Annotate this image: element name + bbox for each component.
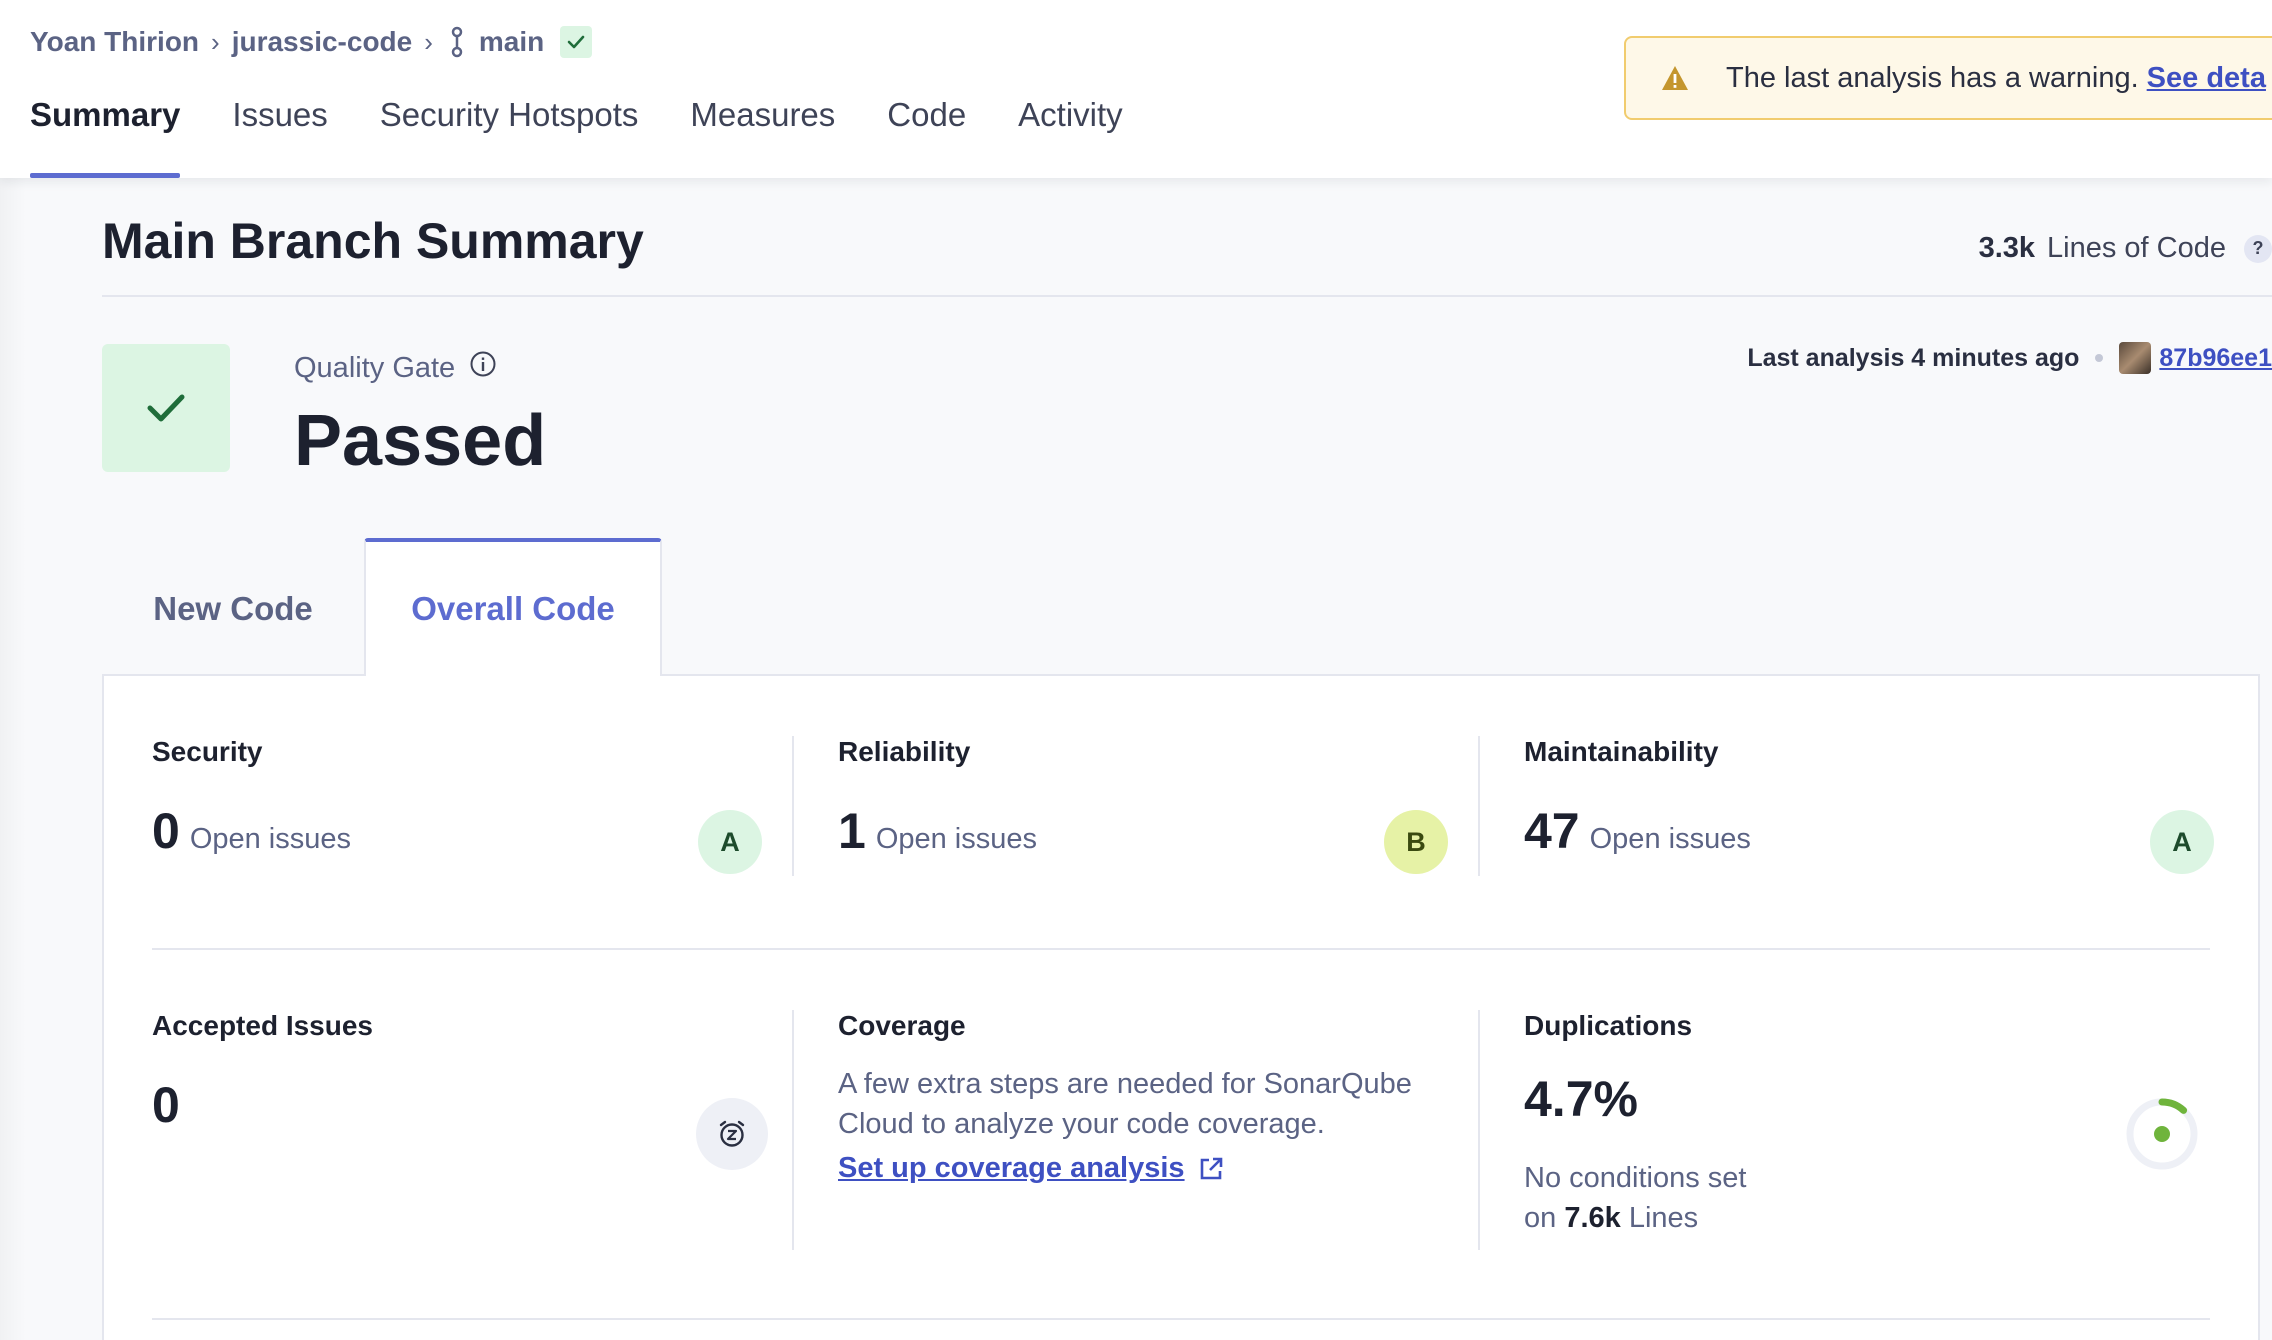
reliability-rating-badge: B (1384, 810, 1448, 874)
last-analysis-prefix: Last analysis (1747, 343, 1905, 372)
divider (152, 1318, 2210, 1320)
breadcrumb: Yoan Thirion › jurassic-code › main (30, 22, 593, 62)
accepted-issues-card[interactable]: Accepted Issues 0 (152, 1010, 792, 1250)
breadcrumb-branch[interactable]: main (479, 26, 544, 58)
reliability-unit: Open issues (875, 823, 1038, 855)
maintainability-count: 47 (1524, 803, 1580, 859)
project-nav-tabs: Summary Issues Security Hotspots Measure… (30, 96, 1149, 178)
coverage-title: Coverage (838, 1010, 966, 1041)
avatar (2119, 342, 2152, 374)
tab-issues[interactable]: Issues (206, 96, 353, 178)
quality-gate-passed-icon (560, 26, 593, 58)
metrics-panel: Security 0 Open issues A Reliability 1 O… (102, 674, 2260, 1340)
lines-of-code: 3.3k Lines of Code ? (1979, 232, 2272, 265)
divider (792, 1010, 794, 1250)
warning-text: The last analysis has a warning. (1726, 61, 2139, 94)
breadcrumb-organization[interactable]: Yoan Thirion (30, 26, 199, 58)
security-rating-badge: A (698, 810, 762, 874)
snooze-clock-icon (696, 1098, 768, 1170)
breadcrumb-project[interactable]: jurassic-code (232, 26, 413, 58)
security-card[interactable]: Security 0 Open issues A (152, 736, 792, 876)
security-value[interactable]: 0 Open issues (152, 802, 792, 860)
help-icon[interactable]: ? (2244, 234, 2272, 263)
quality-gate-status: Passed (294, 401, 547, 481)
setup-coverage-link-text: Set up coverage analysis (838, 1152, 1185, 1184)
coverage-message: A few extra steps are needed for SonarQu… (838, 1068, 1412, 1140)
reliability-card[interactable]: Reliability 1 Open issues B (838, 736, 1478, 876)
setup-coverage-link[interactable]: Set up coverage analysis (838, 1152, 1225, 1185)
duplications-lines-label: Lines (1628, 1202, 1699, 1234)
chevron-right-icon: › (424, 26, 433, 57)
external-link-icon (1200, 1157, 1222, 1179)
left-edge-shadow (0, 178, 26, 1340)
reliability-title: Reliability (838, 736, 971, 767)
reliability-value[interactable]: 1 Open issues (838, 802, 1478, 860)
chevron-right-icon: › (211, 26, 220, 57)
branch-icon (445, 25, 469, 59)
commit-link[interactable]: 87b96ee1 (2159, 344, 2272, 373)
tab-new-code[interactable]: New Code (102, 542, 364, 676)
security-title: Security (152, 736, 263, 767)
maintainability-unit: Open issues (1589, 823, 1751, 855)
duplications-value[interactable]: 4.7% (1524, 1070, 2214, 1128)
lines-of-code-value: 3.3k (1978, 232, 2036, 264)
quality-gate-status-box (102, 344, 230, 472)
metrics-row-secondary: Accepted Issues 0 Coverage A few extra s… (152, 1010, 2210, 1250)
separator-dot (2095, 354, 2104, 362)
accepted-issues-title: Accepted Issues (152, 1010, 373, 1041)
tab-activity[interactable]: Activity (992, 96, 1149, 178)
metrics-row-issues: Security 0 Open issues A Reliability 1 O… (152, 736, 2214, 876)
duplications-lines-value: 7.6k (1564, 1202, 1621, 1234)
quality-gate-label-text: Quality Gate (294, 351, 456, 384)
tab-overall-code[interactable]: Overall Code (364, 538, 662, 676)
security-unit: Open issues (189, 823, 352, 855)
duplications-note: No conditions set on 7.6k Lines (1524, 1158, 2214, 1238)
maintainability-rating-badge: A (2150, 810, 2214, 874)
coverage-card: Coverage A few extra steps are needed fo… (838, 1010, 1478, 1250)
top-header: Yoan Thirion › jurassic-code › main Summ… (0, 0, 2272, 178)
tab-code[interactable]: Code (861, 96, 992, 178)
last-analysis-when: 4 minutes ago (1911, 343, 2080, 372)
lines-of-code-label: Lines of Code (2047, 232, 2226, 264)
divider (792, 736, 794, 876)
last-analysis-info: Last analysis 4 minutes ago 87b96ee1 (1747, 342, 2272, 374)
duplications-card[interactable]: Duplications 4.7% No conditions set on 7… (1524, 1010, 2214, 1250)
maintainability-card[interactable]: Maintainability 47 Open issues A (1524, 736, 2214, 876)
see-details-link[interactable]: See deta (2147, 62, 2266, 95)
security-count: 0 (152, 803, 180, 859)
page-title: Main Branch Summary (102, 213, 644, 269)
reliability-count: 1 (838, 803, 866, 859)
main-content: Main Branch Summary 3.3k Lines of Code ?… (102, 178, 2272, 1340)
analysis-warning-banner: The last analysis has a warning. See det… (1624, 36, 2272, 120)
duplications-note-prefix: No conditions set (1524, 1162, 1747, 1194)
tab-summary[interactable]: Summary (30, 96, 206, 178)
divider (152, 948, 2210, 950)
maintainability-value[interactable]: 47 Open issues (1524, 802, 2214, 860)
tab-security-hotspots[interactable]: Security Hotspots (354, 96, 665, 178)
duplications-donut-center (2154, 1126, 2170, 1142)
tab-measures[interactable]: Measures (664, 96, 861, 178)
code-period-tabs: New Code Overall Code (102, 538, 662, 676)
divider (1478, 736, 1480, 876)
maintainability-title: Maintainability (1524, 736, 1719, 767)
divider (1478, 1010, 1480, 1250)
duplications-title: Duplications (1524, 1010, 1693, 1041)
warning-icon (1660, 64, 1690, 92)
quality-gate-label: Quality Gate (294, 350, 497, 386)
duplications-donut-chart (2126, 1098, 2198, 1170)
divider (102, 295, 2272, 297)
info-icon[interactable] (469, 350, 497, 386)
check-icon (147, 394, 185, 422)
duplications-note-on: on (1524, 1202, 1557, 1234)
